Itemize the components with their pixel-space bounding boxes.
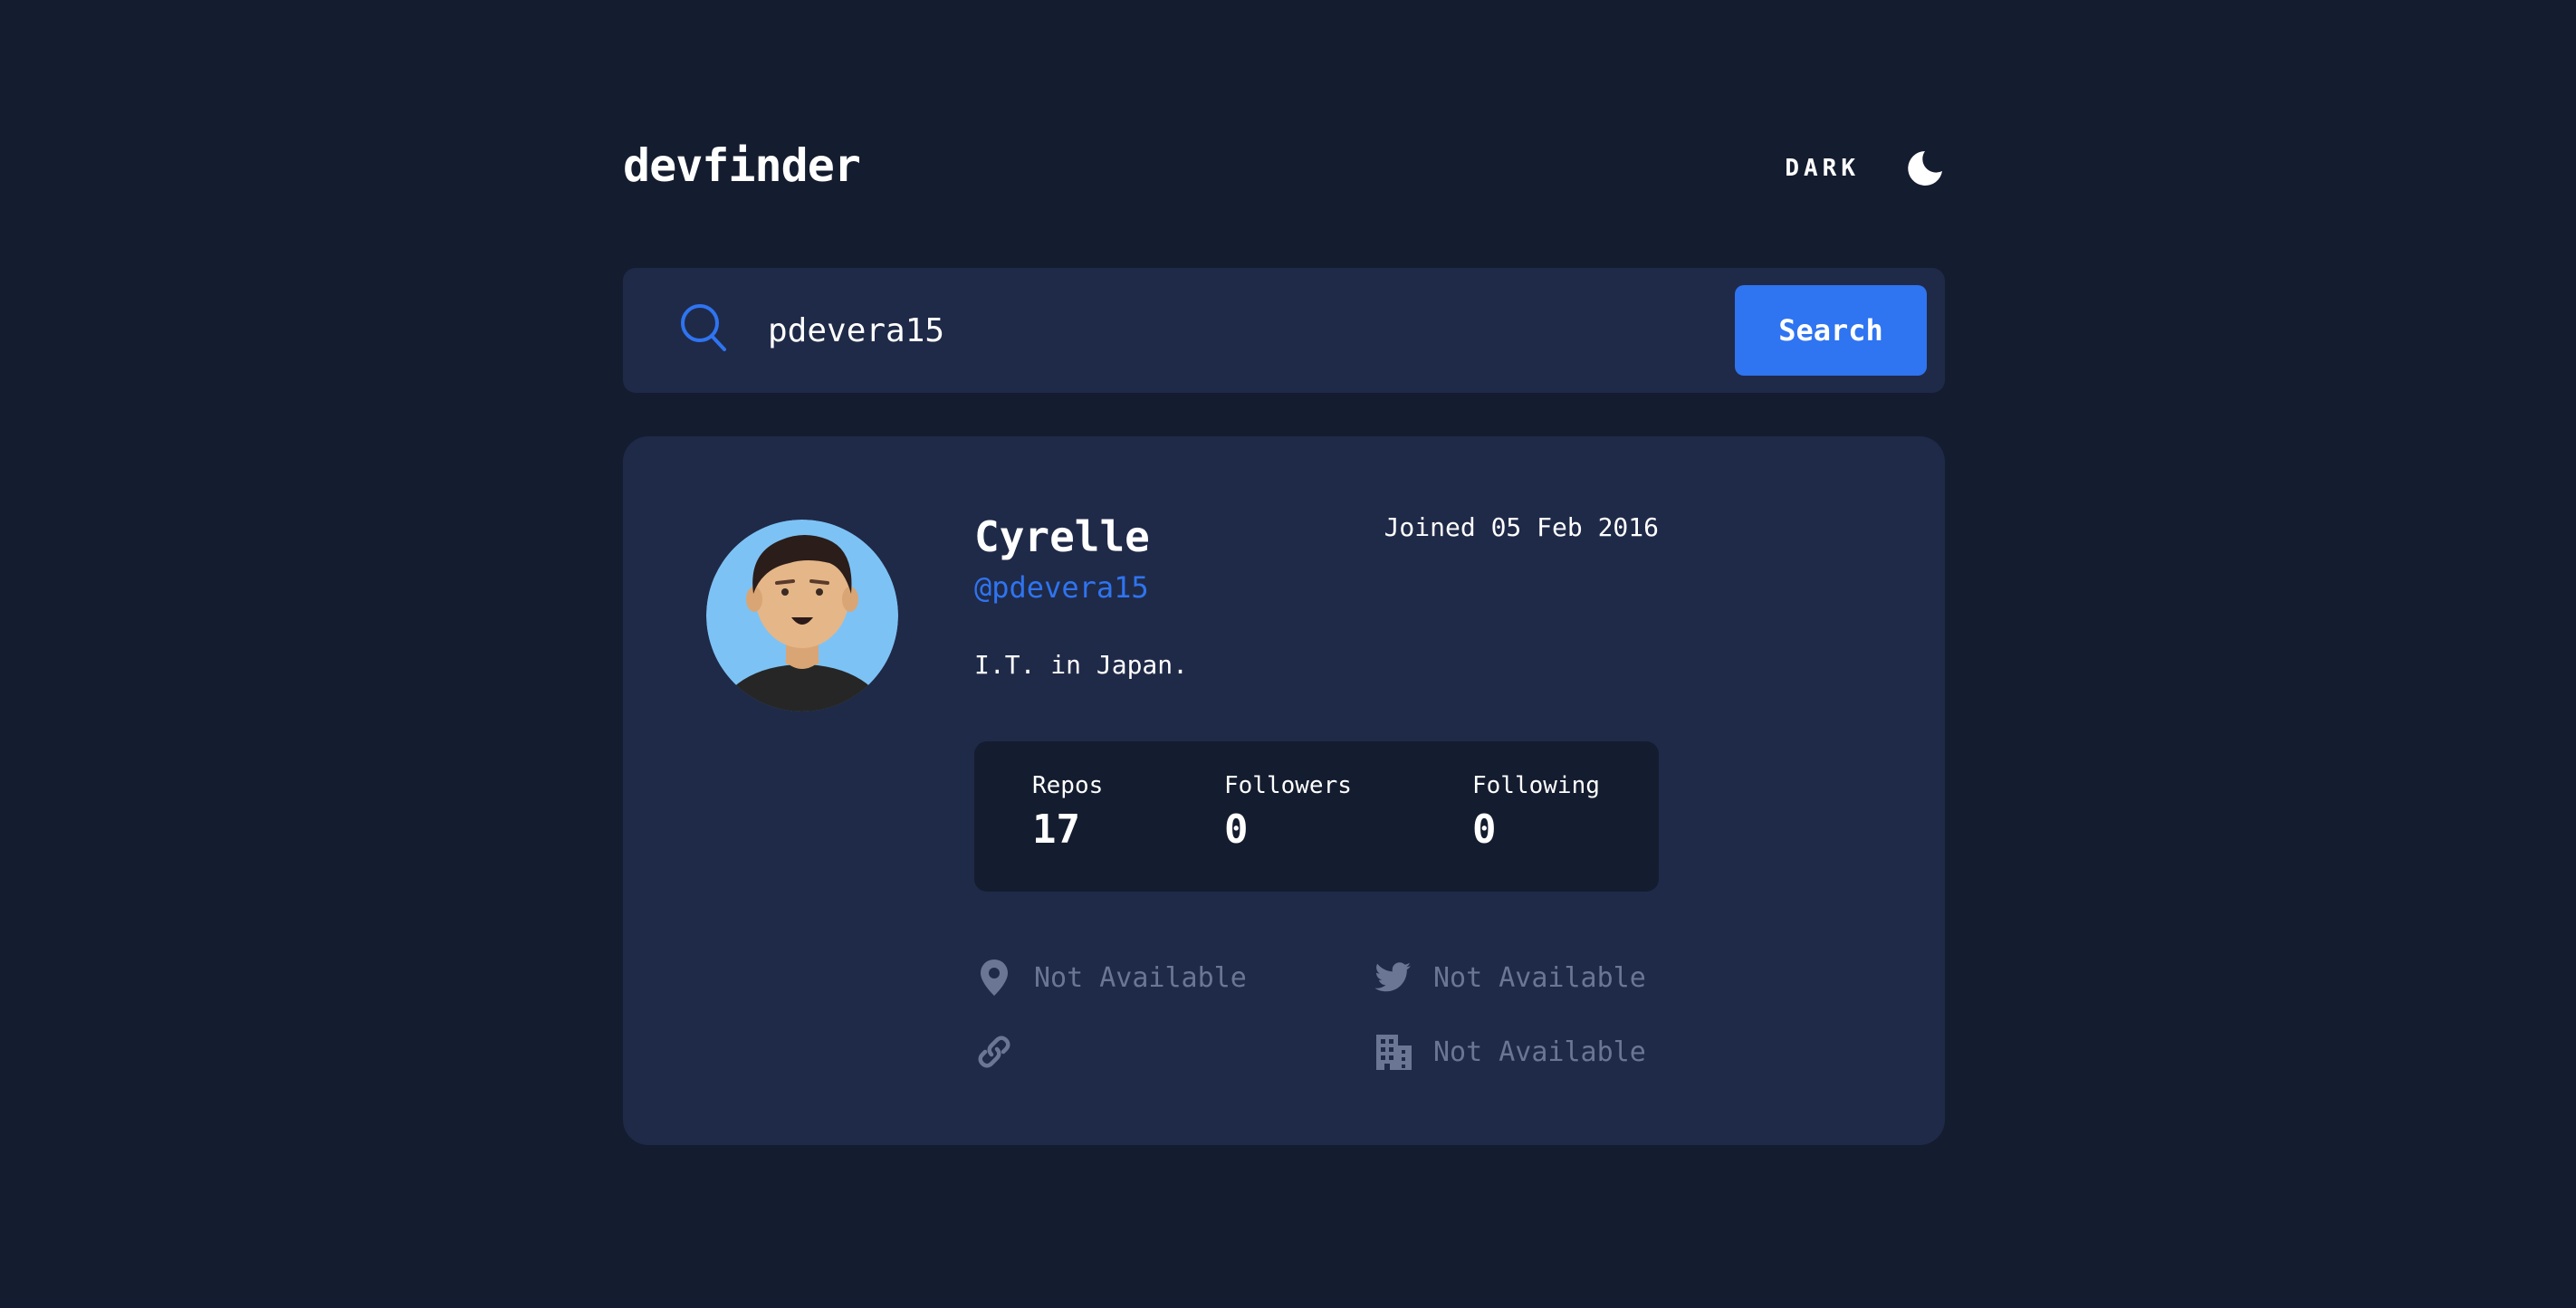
stat-followers: Followers 0 [1224,772,1352,853]
company-text: Not Available [1433,1036,1646,1068]
stat-following-label: Following [1472,772,1600,799]
stat-following: Following 0 [1472,772,1600,853]
search-input[interactable] [768,302,1402,358]
theme-label[interactable]: DARK [1785,155,1860,182]
moon-icon[interactable] [1905,148,1945,188]
stat-followers-label: Followers [1224,772,1352,799]
location-text: Not Available [1034,961,1247,994]
profile-username-link[interactable]: @pdevera15 [974,570,1149,605]
stat-repos-value: 17 [1032,807,1080,853]
stat-repos: Repos 17 [1032,772,1103,853]
twitter-item: Not Available [1374,955,1646,1000]
theme-toggle[interactable]: DARK [1785,147,1945,190]
search-bar: Search [623,268,1945,393]
building-icon [1376,1035,1412,1070]
location-pin-icon [981,960,1008,996]
profile-bio: I.T. in Japan. [974,650,1189,680]
twitter-text: Not Available [1433,961,1646,994]
header: devfinder DARK [623,136,1945,201]
company-item: Not Available [1374,1029,1646,1074]
stats-panel: Repos 17 Followers 0 Following 0 [974,741,1659,892]
stat-repos-label: Repos [1032,772,1104,799]
profile-name: Cyrelle [974,512,1150,561]
search-icon [681,304,726,351]
location-item: Not Available [974,955,1247,1000]
joined-date: Joined 05 Feb 2016 [1384,512,1659,542]
profile-card: Cyrelle Joined 05 Feb 2016 @pdevera15 I.… [623,436,1945,1145]
link-icon[interactable] [974,1032,1014,1072]
stat-followers-value: 0 [1224,807,1249,853]
app-logo: devfinder [623,139,861,192]
blog-item[interactable] [974,1029,1034,1074]
search-button[interactable]: Search [1735,285,1927,376]
avatar [706,520,898,711]
stat-following-value: 0 [1472,807,1497,853]
twitter-icon [1374,962,1411,992]
